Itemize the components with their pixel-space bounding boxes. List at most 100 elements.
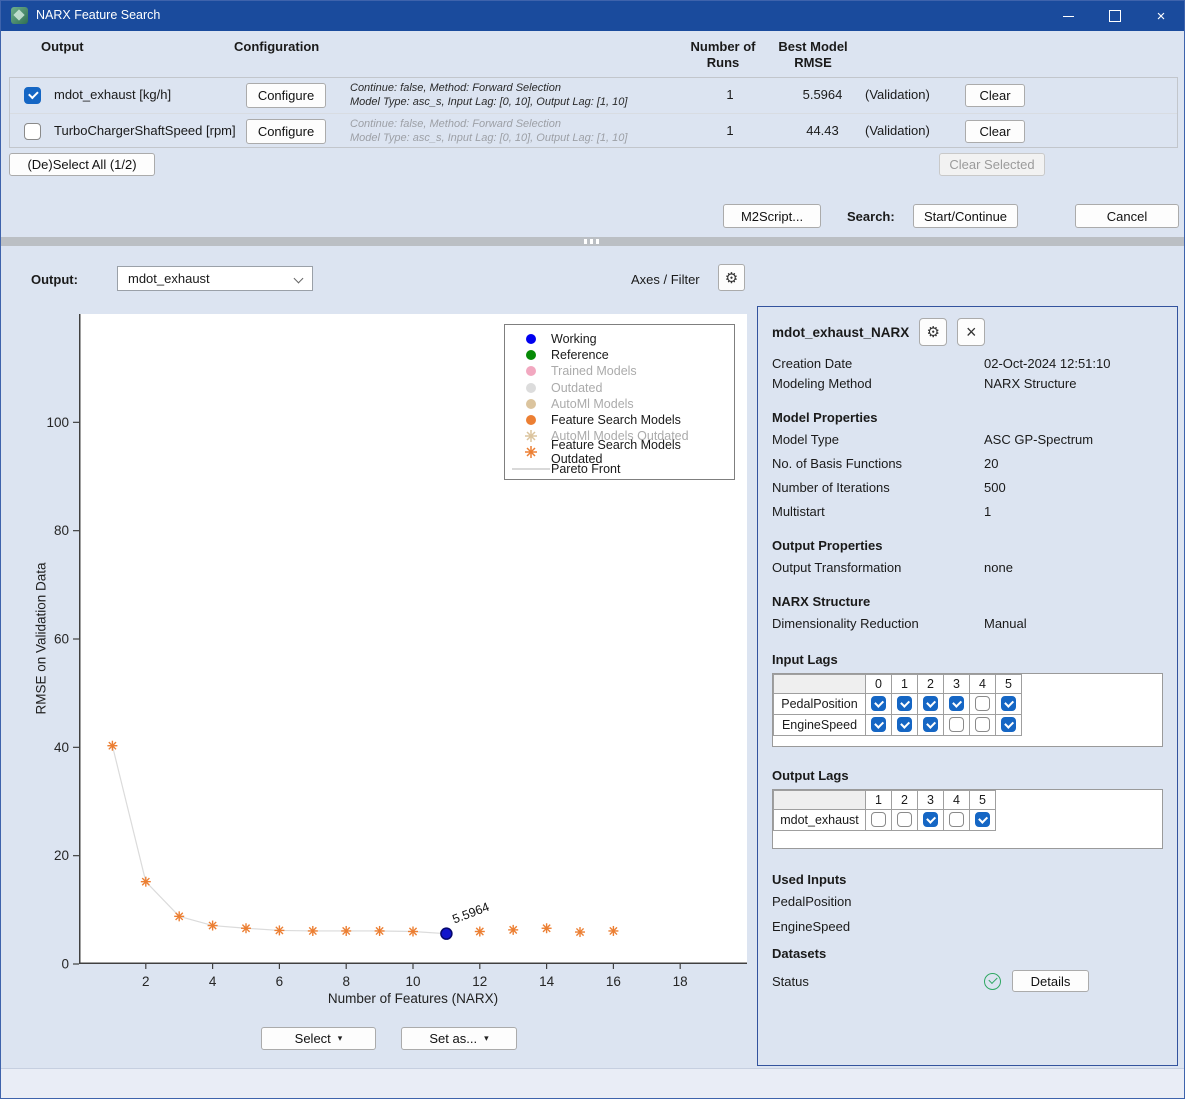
lag-checkbox[interactable] bbox=[923, 696, 938, 711]
field-value: 500 bbox=[984, 480, 1006, 495]
svg-text:60: 60 bbox=[54, 632, 69, 647]
close-icon[interactable]: × bbox=[1138, 1, 1184, 31]
lag-checkbox[interactable] bbox=[975, 812, 990, 827]
section-heading: Model Properties bbox=[772, 407, 1163, 427]
field-label: Multistart bbox=[772, 504, 984, 519]
legend-item[interactable]: Outdated bbox=[511, 380, 734, 396]
lag-checkbox[interactable] bbox=[1001, 696, 1016, 711]
lag-checkbox[interactable] bbox=[949, 717, 964, 732]
select-dropdown-button[interactable]: Select▾ bbox=[261, 1027, 376, 1050]
svg-text:18: 18 bbox=[673, 974, 688, 989]
legend-label: Pareto Front bbox=[551, 462, 620, 476]
field-label: No. of Basis Functions bbox=[772, 456, 984, 471]
lag-checkbox[interactable] bbox=[975, 696, 990, 711]
plot-legend[interactable]: WorkingReferenceTrained Models OutdatedAu… bbox=[504, 324, 735, 480]
set-as-dropdown-button[interactable]: Set as...▾ bbox=[401, 1027, 517, 1050]
deselect-all-button[interactable]: (De)Select All (1/2) bbox=[9, 153, 155, 176]
lag-column-header: 4 bbox=[970, 675, 996, 694]
configure-button[interactable]: Configure bbox=[246, 119, 326, 144]
runs-count: 1 bbox=[670, 123, 790, 138]
lag-checkbox[interactable] bbox=[1001, 717, 1016, 732]
configuration-summary: Continue: false, Method: Forward Selecti… bbox=[350, 81, 627, 109]
legend-dot-icon bbox=[511, 334, 551, 344]
narx-feature-search-window: NARX Feature Search × Output Configurati… bbox=[0, 0, 1185, 1099]
legend-asterisk-icon bbox=[511, 445, 551, 459]
lag-checkbox[interactable] bbox=[871, 717, 886, 732]
svg-text:14: 14 bbox=[539, 974, 555, 989]
field-value: 02-Oct-2024 12:51:10 bbox=[984, 356, 1110, 371]
rmse-value: 5.5964 bbox=[775, 87, 870, 102]
start-continue-button[interactable]: Start/Continue bbox=[913, 204, 1018, 228]
section-heading: Used Inputs bbox=[772, 869, 1163, 889]
minimize-icon[interactable] bbox=[1045, 1, 1091, 31]
lag-checkbox[interactable] bbox=[923, 717, 938, 732]
used-input-item: PedalPosition bbox=[772, 889, 1163, 914]
used-inputs-list: PedalPositionEngineSpeed bbox=[772, 889, 1163, 939]
svg-text:8: 8 bbox=[342, 974, 350, 989]
legend-item[interactable]: Feature Search Models bbox=[511, 412, 734, 428]
lag-checkbox[interactable] bbox=[975, 717, 990, 732]
legend-dot-icon bbox=[511, 350, 551, 360]
field-value: Manual bbox=[984, 616, 1027, 631]
clear-button[interactable]: Clear bbox=[965, 84, 1025, 107]
section-heading: Input Lags bbox=[772, 649, 1163, 669]
legend-dot-icon bbox=[511, 399, 551, 409]
clear-selected-button[interactable]: Clear Selected bbox=[939, 153, 1045, 176]
lag-checkbox[interactable] bbox=[871, 812, 886, 827]
legend-item[interactable]: Trained Models bbox=[511, 363, 734, 379]
legend-item[interactable]: Working bbox=[511, 331, 734, 347]
model-settings-gear-icon[interactable]: ⚙ bbox=[919, 318, 947, 346]
cancel-button[interactable]: Cancel bbox=[1075, 204, 1179, 228]
output-select-dropdown[interactable]: mdot_exhaust bbox=[117, 266, 313, 291]
lag-column-header: 3 bbox=[918, 791, 944, 810]
lag-checkbox[interactable] bbox=[871, 696, 886, 711]
legend-label: Trained Models bbox=[551, 364, 637, 378]
lag-column-header: 5 bbox=[970, 791, 996, 810]
lag-checkbox[interactable] bbox=[897, 717, 912, 732]
svg-text:12: 12 bbox=[472, 974, 487, 989]
lag-row-label: EngineSpeed bbox=[774, 715, 866, 736]
row-checkbox[interactable] bbox=[24, 123, 41, 140]
panel-close-icon[interactable]: × bbox=[957, 318, 985, 346]
maximize-icon[interactable] bbox=[1092, 1, 1138, 31]
field-value: 1 bbox=[984, 504, 991, 519]
section-heading: Output Lags bbox=[772, 765, 1163, 785]
lag-checkbox[interactable] bbox=[897, 696, 912, 711]
app-icon bbox=[11, 7, 28, 24]
row-checkbox[interactable] bbox=[24, 87, 41, 104]
legend-item[interactable]: AutoMl Models bbox=[511, 396, 734, 412]
configure-button[interactable]: Configure bbox=[246, 83, 326, 108]
legend-dot-icon bbox=[511, 383, 551, 393]
legend-asterisk-icon bbox=[511, 429, 551, 443]
lag-checkbox[interactable] bbox=[949, 696, 964, 711]
m2script-button[interactable]: M2Script... bbox=[723, 204, 821, 228]
output-select-label: Output: bbox=[31, 272, 78, 287]
lag-checkbox[interactable] bbox=[949, 812, 964, 827]
lag-checkbox[interactable] bbox=[923, 812, 938, 827]
legend-label: Feature Search Models bbox=[551, 413, 681, 427]
lag-column-header: 5 bbox=[996, 675, 1022, 694]
output-lags-table: 12345mdot_exhaust bbox=[772, 789, 1163, 849]
input-lags-table: 012345PedalPositionEngineSpeed bbox=[772, 673, 1163, 747]
field-label: Model Type bbox=[772, 432, 984, 447]
clear-button[interactable]: Clear bbox=[965, 120, 1025, 143]
details-button[interactable]: Details bbox=[1012, 970, 1089, 992]
lag-table-corner bbox=[774, 675, 866, 694]
configuration-summary: Continue: false, Method: Forward Selecti… bbox=[350, 117, 627, 145]
legend-item[interactable]: Feature Search Models Outdated bbox=[511, 444, 734, 460]
rmse-kind: (Validation) bbox=[865, 87, 930, 102]
axes-filter-gear-icon[interactable]: ⚙ bbox=[718, 264, 745, 291]
splitter-handle[interactable] bbox=[1, 237, 1184, 246]
section-heading: NARX Structure bbox=[772, 591, 1163, 611]
field-value: 20 bbox=[984, 456, 998, 471]
column-header-rmse: Best Model RMSE bbox=[763, 39, 863, 71]
runs-count: 1 bbox=[670, 87, 790, 102]
chevron-down-icon bbox=[294, 274, 304, 284]
legend-item[interactable]: Reference bbox=[511, 347, 734, 363]
svg-text:2: 2 bbox=[142, 974, 150, 989]
axes-filter-label: Axes / Filter bbox=[631, 272, 700, 287]
footer-strip bbox=[1, 1068, 1184, 1099]
field-label: Output Transformation bbox=[772, 560, 984, 575]
svg-text:6: 6 bbox=[276, 974, 284, 989]
lag-checkbox[interactable] bbox=[897, 812, 912, 827]
